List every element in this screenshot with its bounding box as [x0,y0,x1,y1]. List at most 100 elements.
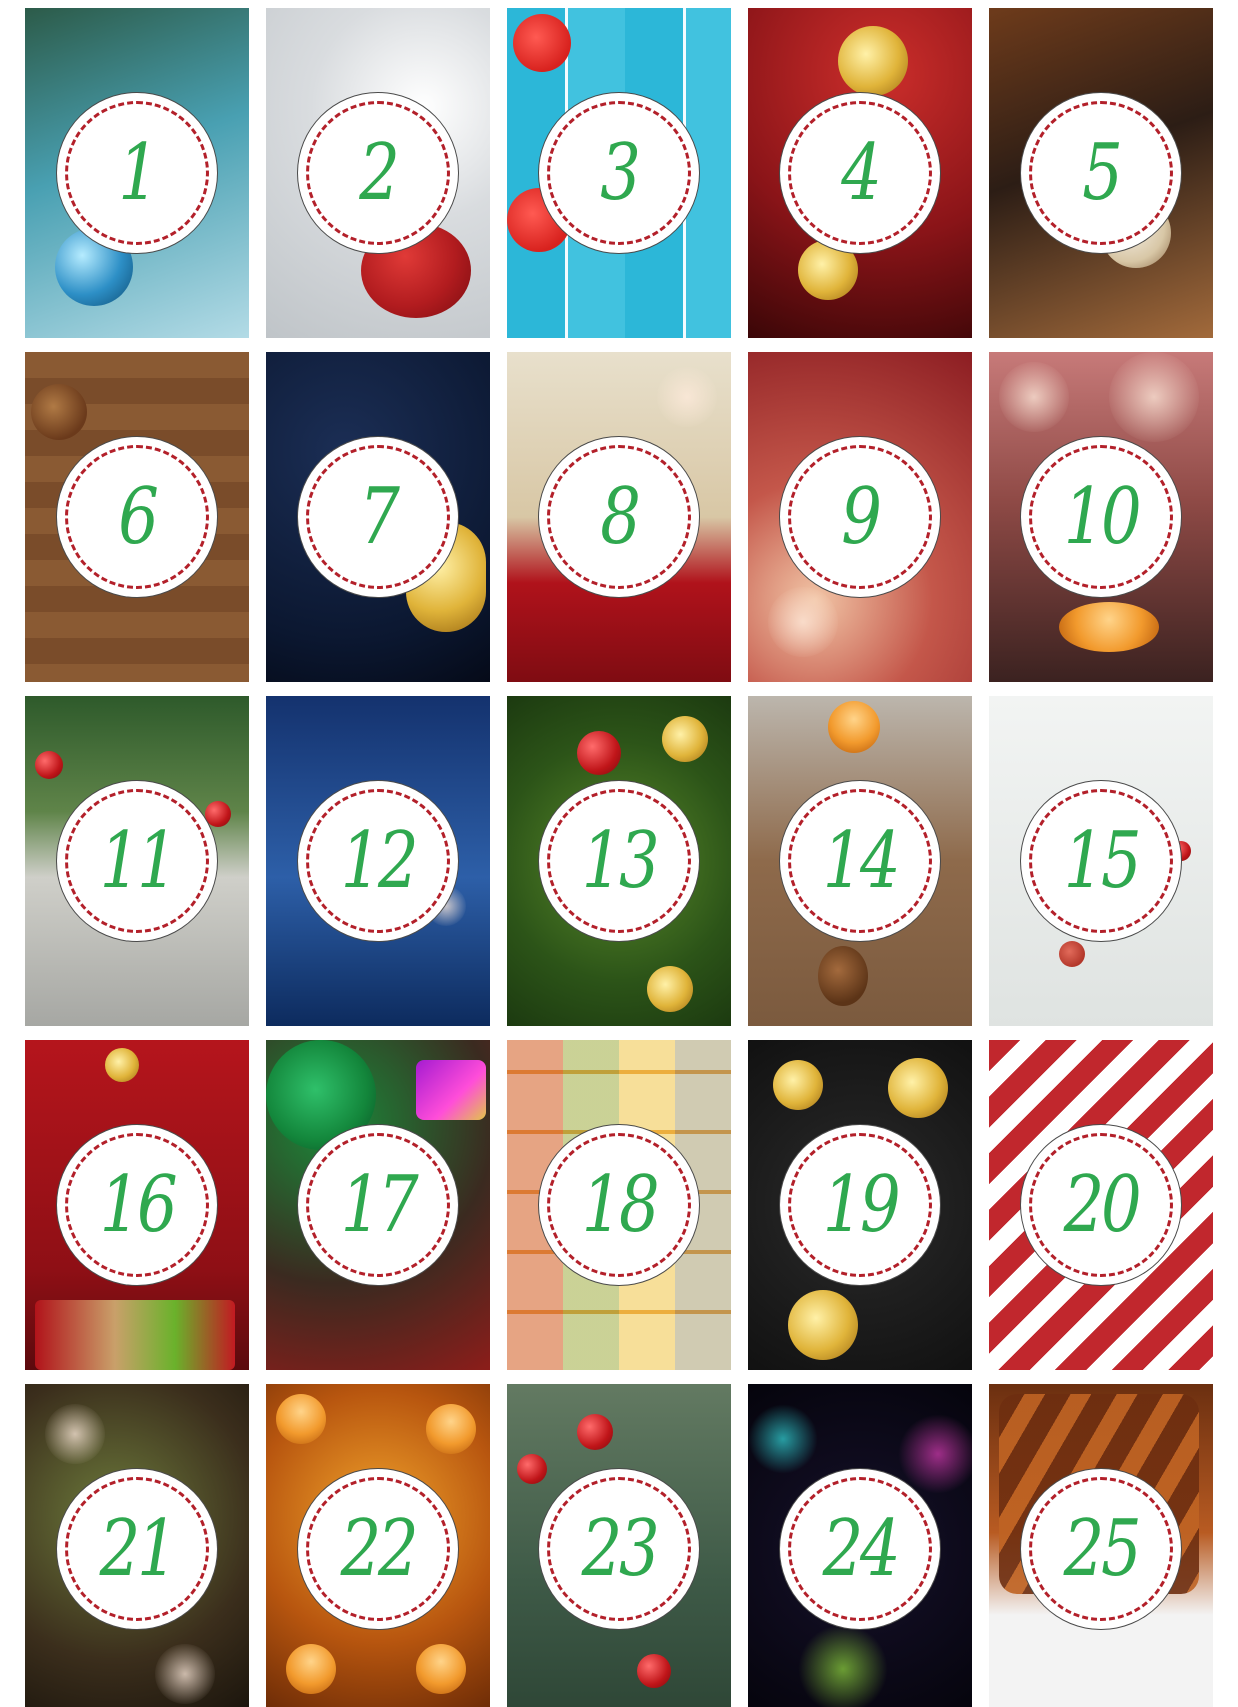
day-badge: 19 [780,1125,940,1285]
day-badge: 22 [298,1469,458,1629]
candle-icon [286,1644,336,1694]
day-badge: 10 [1021,437,1181,597]
candle-icon [276,1394,326,1444]
day-number: 21 [99,1504,178,1594]
gifts-icon [35,1300,235,1370]
bauble-icon [662,716,708,762]
bokeh-icon [45,1404,105,1464]
day-number: 12 [340,816,419,906]
day-badge: 25 [1021,1469,1181,1629]
day-badge: 14 [780,781,940,941]
day-card-12[interactable]: 12 [266,696,490,1026]
bokeh-icon [999,362,1069,432]
advent-grid: 1 2 3 4 5 6 7 8 9 10 11 12 13 14 15 16 1… [25,8,1213,1707]
day-number: 3 [600,128,641,218]
pinecone-icon [818,946,868,1006]
day-badge: 23 [539,1469,699,1629]
day-badge: 2 [298,93,458,253]
day-number: 7 [359,472,400,562]
day-number: 15 [1063,816,1142,906]
bauble-icon [577,731,621,775]
berry-icon [35,751,63,779]
orange-slice-icon [828,701,880,753]
day-number: 16 [99,1160,178,1250]
day-badge: 21 [57,1469,217,1629]
candle-icon [416,1644,466,1694]
day-card-1[interactable]: 1 [25,8,249,338]
star-icon [1059,941,1085,967]
day-number: 17 [340,1160,419,1250]
day-badge: 8 [539,437,699,597]
day-card-20[interactable]: 20 [989,1040,1213,1370]
gift-icon [416,1060,486,1120]
day-number: 19 [822,1160,901,1250]
day-badge: 6 [57,437,217,597]
bokeh-icon [155,1644,215,1704]
advent-calendar-page: 1 2 3 4 5 6 7 8 9 10 11 12 13 14 15 16 1… [0,0,1238,1707]
day-card-23[interactable]: 23 [507,1384,731,1707]
berry-icon [517,1454,547,1484]
day-card-7[interactable]: 7 [266,352,490,682]
day-card-17[interactable]: 17 [266,1040,490,1370]
snowflake-icon [748,1404,818,1474]
day-card-15[interactable]: 15 [989,696,1213,1026]
day-card-11[interactable]: 11 [25,696,249,1026]
day-number: 9 [841,472,882,562]
heart-icon [513,14,571,72]
day-badge: 13 [539,781,699,941]
day-number: 14 [822,816,901,906]
day-number: 25 [1063,1504,1142,1594]
day-badge: 17 [298,1125,458,1285]
day-badge: 3 [539,93,699,253]
day-number: 1 [118,128,159,218]
snowflake-icon [788,1290,858,1360]
day-badge: 24 [780,1469,940,1629]
candle-icon [1059,602,1159,652]
day-card-10[interactable]: 10 [989,352,1213,682]
day-badge: 20 [1021,1125,1181,1285]
day-card-9[interactable]: 9 [748,352,972,682]
day-badge: 12 [298,781,458,941]
berry-icon [637,1654,671,1688]
day-card-21[interactable]: 21 [25,1384,249,1707]
day-number: 23 [581,1504,660,1594]
day-number: 10 [1063,472,1142,562]
day-number: 2 [359,128,400,218]
bokeh-icon [1109,352,1199,442]
day-number: 24 [822,1504,901,1594]
day-badge: 5 [1021,93,1181,253]
berry-icon [205,801,231,827]
day-badge: 9 [780,437,940,597]
day-card-3[interactable]: 3 [507,8,731,338]
day-card-14[interactable]: 14 [748,696,972,1026]
snowflake-icon [838,26,908,96]
bell-icon [888,1058,948,1118]
day-card-24[interactable]: 24 [748,1384,972,1707]
day-card-6[interactable]: 6 [25,352,249,682]
day-card-25[interactable]: 25 [989,1384,1213,1707]
snowflake-icon [798,1624,888,1707]
pinecone-icon [31,384,87,440]
day-card-13[interactable]: 13 [507,696,731,1026]
candle-icon [426,1404,476,1454]
day-number: 5 [1082,128,1123,218]
day-card-16[interactable]: 16 [25,1040,249,1370]
day-number: 11 [99,816,178,906]
day-card-22[interactable]: 22 [266,1384,490,1707]
day-badge: 1 [57,93,217,253]
day-card-19[interactable]: 19 [748,1040,972,1370]
day-number: 13 [581,816,660,906]
day-badge: 18 [539,1125,699,1285]
day-number: 20 [1063,1160,1142,1250]
day-card-8[interactable]: 8 [507,352,731,682]
day-card-5[interactable]: 5 [989,8,1213,338]
berry-icon [577,1414,613,1450]
bauble-icon [647,966,693,1012]
day-card-18[interactable]: 18 [507,1040,731,1370]
day-badge: 15 [1021,781,1181,941]
day-number: 6 [118,472,159,562]
bokeh-icon [768,587,838,657]
star-icon [105,1048,139,1082]
day-card-4[interactable]: 4 [748,8,972,338]
day-card-2[interactable]: 2 [266,8,490,338]
